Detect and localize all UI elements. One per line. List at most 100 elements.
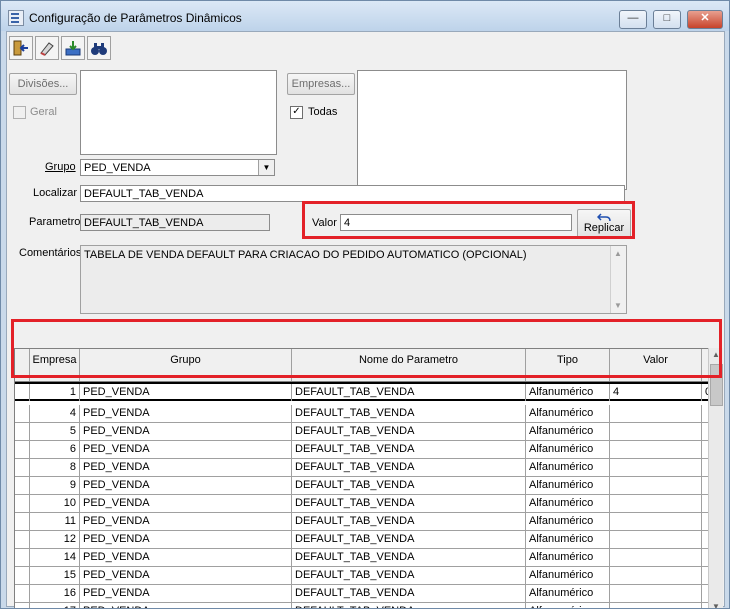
cell-nome[interactable]: DEFAULT_TAB_VENDA (292, 384, 526, 401)
cell-nome[interactable]: DEFAULT_TAB_VENDA (292, 459, 526, 476)
geral-checkbox[interactable] (13, 106, 26, 119)
scroll-down-icon[interactable]: ▼ (712, 602, 720, 608)
cell-valor[interactable] (610, 495, 702, 512)
table-row[interactable]: 6 PED_VENDA DEFAULT_TAB_VENDA Alfanumérico (15, 441, 709, 459)
table-row[interactable]: 4 PED_VENDA DEFAULT_TAB_VENDA Alfanumérico (15, 405, 709, 423)
cell-nome[interactable]: DEFAULT_TAB_VENDA (292, 405, 526, 422)
cell-empresa[interactable]: 9 (30, 477, 80, 494)
grupo-select[interactable]: PED_VENDA ▼ (80, 159, 275, 176)
table-row[interactable]: 5 PED_VENDA DEFAULT_TAB_VENDA Alfanumérico (15, 423, 709, 441)
cell-grupo[interactable]: PED_VENDA (80, 441, 292, 458)
parameters-grid[interactable]: Empresa Grupo Nome do Parametro Tipo Val… (14, 348, 710, 608)
table-row[interactable]: 12 PED_VENDA DEFAULT_TAB_VENDA Alfanumérico (15, 531, 709, 549)
cell-tipo[interactable]: Alfanumérico (526, 405, 610, 422)
import-button[interactable] (61, 36, 85, 60)
empresas-list[interactable] (357, 70, 627, 190)
minimize-button[interactable]: — (619, 10, 647, 29)
table-row[interactable]: 9 PED_VENDA DEFAULT_TAB_VENDA Alfanumérico (15, 477, 709, 495)
cell-valor[interactable] (610, 549, 702, 566)
clear-button[interactable] (35, 36, 59, 60)
comentarios-textarea[interactable]: TABELA DE VENDA DEFAULT PARA CRIACAO DO … (80, 245, 627, 314)
table-row[interactable]: 8 PED_VENDA DEFAULT_TAB_VENDA Alfanumérico (15, 459, 709, 477)
localizar-input[interactable]: DEFAULT_TAB_VENDA (80, 185, 625, 202)
cell-empresa[interactable]: 12 (30, 531, 80, 548)
table-row[interactable]: 17PED_VENDADEFAULT_TAB_VENDAAlfanumérico (15, 603, 709, 608)
cell-empresa[interactable]: 16 (30, 585, 80, 602)
cell-tipo[interactable]: Alfanumérico (526, 603, 610, 608)
cell-grupo[interactable]: PED_VENDA (80, 477, 292, 494)
cell-empresa[interactable]: 5 (30, 423, 80, 440)
cell-valor[interactable] (610, 585, 702, 602)
comentarios-scrollbar[interactable]: ▲ ▼ (610, 246, 626, 313)
cell-grupo[interactable]: PED_VENDA (80, 549, 292, 566)
cell-grupo[interactable]: PED_VENDA (80, 585, 292, 602)
cell-grupo[interactable]: PED_VENDA (80, 603, 292, 608)
cell-valor[interactable] (610, 423, 702, 440)
cell-tipo[interactable]: Alfanumérico (526, 423, 610, 440)
cell-valor[interactable] (610, 567, 702, 584)
todas-checkbox[interactable]: ✓ (290, 106, 303, 119)
scroll-down-icon[interactable]: ▼ (614, 301, 622, 310)
cell-empresa[interactable]: 8 (30, 459, 80, 476)
cell-grupo[interactable]: PED_VENDA (80, 423, 292, 440)
cell-valor[interactable] (610, 405, 702, 422)
cell-tipo[interactable]: Alfanumérico (526, 441, 610, 458)
close-button[interactable]: ✕ (687, 10, 723, 29)
maximize-button[interactable]: □ (653, 10, 681, 29)
cell-tipo[interactable]: Alfanumérico (526, 495, 610, 512)
cell-tipo[interactable]: Alfanumérico (526, 585, 610, 602)
cell-empresa[interactable]: 11 (30, 513, 80, 530)
cell-nome[interactable]: DEFAULT_TAB_VENDA (292, 513, 526, 530)
cell-grupo[interactable]: PED_VENDA (80, 567, 292, 584)
cell-valor[interactable]: 4 (610, 384, 702, 401)
cell-empresa[interactable]: 1 (30, 384, 80, 401)
cell-grupo[interactable]: PED_VENDA (80, 384, 292, 401)
search-button[interactable] (87, 36, 111, 60)
table-row[interactable]: 11 PED_VENDA DEFAULT_TAB_VENDA Alfanumérico (15, 513, 709, 531)
cell-tipo[interactable]: Alfanumérico (526, 459, 610, 476)
cell-tipo[interactable]: Alfanumérico (526, 567, 610, 584)
cell-empresa[interactable]: 14 (30, 549, 80, 566)
exit-button[interactable] (9, 36, 33, 60)
table-row[interactable]: 10 PED_VENDA DEFAULT_TAB_VENDA Alfanumérico (15, 495, 709, 513)
cell-empresa[interactable]: 15 (30, 567, 80, 584)
cell-nome[interactable]: DEFAULT_TAB_VENDA (292, 477, 526, 494)
cell-grupo[interactable]: PED_VENDA (80, 495, 292, 512)
cell-nome[interactable]: DEFAULT_TAB_VENDA (292, 567, 526, 584)
cell-grupo[interactable]: PED_VENDA (80, 405, 292, 422)
table-row[interactable]: 14 PED_VENDA DEFAULT_TAB_VENDA Alfanumérico (15, 549, 709, 567)
cell-grupo[interactable]: PED_VENDA (80, 531, 292, 548)
cell-empresa[interactable]: 10 (30, 495, 80, 512)
cell-valor[interactable] (610, 441, 702, 458)
table-row-selected[interactable]: 1 PED_VENDA DEFAULT_TAB_VENDA Alfanuméri… (15, 382, 709, 401)
cell-valor[interactable] (610, 603, 702, 608)
cell-nome[interactable]: DEFAULT_TAB_VENDA (292, 495, 526, 512)
cell-tipo[interactable]: Alfanumérico (526, 384, 610, 401)
cell-valor[interactable] (610, 531, 702, 548)
cell-tipo[interactable]: Alfanumérico (526, 549, 610, 566)
empresas-button[interactable]: Empresas... (287, 73, 355, 95)
cell-nome[interactable]: DEFAULT_TAB_VENDA (292, 585, 526, 602)
cell-empresa[interactable]: 17 (30, 603, 80, 608)
cell-nome[interactable]: DEFAULT_TAB_VENDA (292, 423, 526, 440)
cell-empresa[interactable]: 4 (30, 405, 80, 422)
cell-nome[interactable]: DEFAULT_TAB_VENDA (292, 531, 526, 548)
grid-vertical-scrollbar[interactable]: ▲ ▼ (708, 348, 723, 608)
cell-grupo[interactable]: PED_VENDA (80, 459, 292, 476)
cell-nome[interactable]: DEFAULT_TAB_VENDA (292, 603, 526, 608)
divisoes-button[interactable]: Divisões... (9, 73, 77, 95)
table-row[interactable]: 15 PED_VENDA DEFAULT_TAB_VENDA Alfanumérico (15, 567, 709, 585)
cell-grupo[interactable]: PED_VENDA (80, 513, 292, 530)
cell-nome[interactable]: DEFAULT_TAB_VENDA (292, 549, 526, 566)
cell-tipo[interactable]: Alfanumérico (526, 531, 610, 548)
divisoes-list[interactable] (80, 70, 277, 155)
cell-nome[interactable]: DEFAULT_TAB_VENDA (292, 441, 526, 458)
cell-valor[interactable] (610, 477, 702, 494)
cell-tipo[interactable]: Alfanumérico (526, 477, 610, 494)
cell-empresa[interactable]: 6 (30, 441, 80, 458)
chevron-down-icon[interactable]: ▼ (258, 160, 274, 175)
scroll-up-icon[interactable]: ▲ (614, 249, 622, 258)
cell-valor[interactable] (610, 513, 702, 530)
cell-tipo[interactable]: Alfanumérico (526, 513, 610, 530)
cell-valor[interactable] (610, 459, 702, 476)
